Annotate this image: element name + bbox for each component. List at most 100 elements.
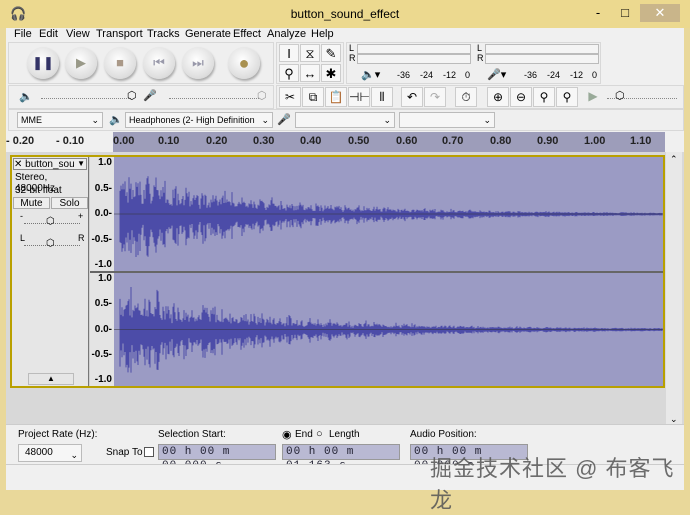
meter-tick: -36	[397, 70, 411, 80]
redo-icon[interactable]: ↷	[424, 87, 446, 107]
pan-r-label: R	[78, 233, 85, 243]
zoom-tool[interactable]: ⚲	[279, 64, 299, 82]
record-volume-slider[interactable]	[169, 98, 259, 99]
gain-minus-label: -	[20, 211, 23, 221]
menu-effect[interactable]: Effect	[233, 28, 261, 40]
undo-icon[interactable]: ↶	[401, 87, 423, 107]
length-radio[interactable]: ○	[316, 428, 323, 440]
input-device-select[interactable]: ⌄	[295, 112, 395, 128]
project-rate-select[interactable]: 48000 ⌄	[18, 444, 82, 462]
chevron-down-icon: ⌄	[261, 115, 269, 125]
menu-generate[interactable]: Generate	[185, 28, 231, 40]
ruler-label: - 0.20	[6, 135, 35, 147]
maximize-button[interactable]: □	[612, 4, 638, 22]
fit-selection-icon[interactable]: ⚲	[533, 87, 555, 107]
vertical-scrollbar[interactable]: ⌃ ⌄	[666, 152, 682, 432]
zoom-out-icon[interactable]: ⊖	[510, 87, 532, 107]
pan-l-label: L	[20, 233, 26, 243]
menu-file[interactable]: File	[14, 28, 32, 40]
menu-tracks[interactable]: Tracks	[147, 28, 180, 40]
input-channels-select[interactable]: ⌄	[399, 112, 495, 128]
cut-icon[interactable]: ✂	[279, 87, 301, 107]
amplitude-label: 0.5-	[94, 182, 112, 194]
output-device-select[interactable]: Headphones (2- High Definition ⌄	[125, 112, 273, 128]
ruler-label: 0.90	[537, 135, 559, 147]
meter-tick: -12	[443, 70, 457, 80]
chevron-down-icon: ⌄	[383, 115, 391, 125]
edit-toolbar: ✂ ⧉ 📋 ⊣⊢ ⫴ ↶ ↷ ⏱ ⊕ ⊖ ⚲ ⚲ ▶ ⬡	[276, 85, 684, 109]
playback-meter-l[interactable]	[357, 44, 471, 54]
meter-tick: -24	[547, 70, 561, 80]
collapse-button[interactable]: ▲	[28, 373, 74, 385]
record-meter-l[interactable]	[485, 44, 599, 54]
amplitude-label: 1.0	[98, 157, 112, 168]
audio-position-label: Audio Position:	[410, 429, 477, 440]
menu-view[interactable]: View	[66, 28, 90, 40]
slider-thumb[interactable]: ⬡	[127, 89, 137, 102]
project-rate-value: 48000	[25, 447, 53, 458]
playback-meter-r[interactable]	[357, 54, 471, 64]
amplitude-label: -0.5-	[91, 348, 112, 360]
timeline-active-region[interactable]	[113, 132, 665, 152]
meter-l-label: L	[349, 43, 355, 53]
close-track-icon[interactable]: ✕	[14, 159, 22, 170]
skip-end-button[interactable]: ⏭	[182, 47, 214, 79]
menu-edit[interactable]: Edit	[39, 28, 58, 40]
play-button[interactable]: ▶	[65, 47, 97, 79]
audio-track[interactable]: ✕ button_sou ▼ Stereo, 48000Hz 32-bit fl…	[10, 155, 665, 388]
amplitude-label: -0.5-	[91, 233, 112, 245]
trim-icon[interactable]: ⊣⊢	[348, 87, 370, 107]
amplitude-label: 1.0	[98, 273, 112, 284]
pause-button[interactable]: ❚❚	[27, 47, 59, 79]
selection-tool[interactable]: I	[279, 44, 299, 62]
zoom-in-icon[interactable]: ⊕	[487, 87, 509, 107]
menu-analyze[interactable]: Analyze	[267, 28, 306, 40]
end-radio[interactable]: ◉	[282, 428, 292, 441]
amplitude-label: -1.0	[94, 259, 112, 270]
timeline-ruler[interactable]: - 0.20 - 0.10 0.00 0.10 0.20 0.30 0.40 0.50 0.60…	[6, 132, 684, 152]
selection-start-field[interactable]: 00 h 00 m 00.000 s	[158, 444, 276, 472]
silence-icon[interactable]: ⫴	[371, 87, 393, 107]
length-label: Length	[329, 429, 360, 440]
minimize-button[interactable]: -	[585, 4, 611, 22]
ruler-label: 0.00	[113, 135, 135, 147]
ruler-label: 0.10	[158, 135, 180, 147]
fit-project-icon[interactable]: ⚲	[556, 87, 578, 107]
record-button[interactable]: ●	[228, 47, 260, 79]
timeshift-tool[interactable]: ↔	[300, 64, 320, 82]
slider-thumb[interactable]: ⬡	[257, 89, 267, 102]
menu-help[interactable]: Help	[311, 28, 334, 40]
solo-button[interactable]: Solo	[51, 197, 88, 209]
waveform-right-channel[interactable]	[114, 273, 663, 386]
slider-thumb[interactable]: ⬡	[46, 216, 55, 227]
playback-volume-slider[interactable]	[41, 98, 131, 99]
copy-icon[interactable]: ⧉	[302, 87, 324, 107]
waveform-left-channel[interactable]	[114, 157, 663, 271]
play-at-speed-icon[interactable]: ▶	[582, 87, 604, 107]
multi-tool[interactable]: ✱	[321, 64, 341, 82]
mixer-toolbar: 🔈 ⬡ 🎤 ⬡	[8, 85, 274, 109]
draw-tool[interactable]: ✎	[321, 44, 341, 62]
ruler-label: 0.40	[300, 135, 322, 147]
amplitude-label: -1.0	[94, 374, 112, 385]
scroll-up-icon[interactable]: ⌃	[670, 154, 678, 165]
track-name-button[interactable]: ✕ button_sou ▼	[13, 158, 87, 170]
meter-r-label: R	[349, 53, 356, 63]
paste-icon[interactable]: 📋	[325, 87, 347, 107]
stop-button[interactable]: ■	[104, 47, 136, 79]
selection-end-field[interactable]: 00 h 00 m 01.163 s	[282, 444, 400, 472]
envelope-tool[interactable]: ⧖	[300, 44, 320, 62]
meter-tick: 0	[465, 70, 471, 80]
transport-toolbar: ❚❚ ▶ ■ ⏮ ⏭ ●	[8, 42, 274, 84]
snap-to-checkbox[interactable]	[144, 447, 154, 457]
menu-transport[interactable]: Transport	[96, 28, 143, 40]
mute-button[interactable]: Mute	[13, 197, 50, 209]
sync-lock-icon[interactable]: ⏱	[455, 87, 477, 107]
record-meter-r[interactable]	[485, 54, 599, 64]
audio-host-select[interactable]: MME ⌄	[17, 112, 103, 128]
slider-thumb[interactable]: ⬡	[46, 238, 55, 249]
close-button[interactable]: ✕	[640, 4, 680, 22]
skip-start-button[interactable]: ⏮	[143, 47, 175, 79]
slider-thumb[interactable]: ⬡	[615, 89, 625, 102]
track-menu-icon[interactable]: ▼	[77, 159, 85, 168]
